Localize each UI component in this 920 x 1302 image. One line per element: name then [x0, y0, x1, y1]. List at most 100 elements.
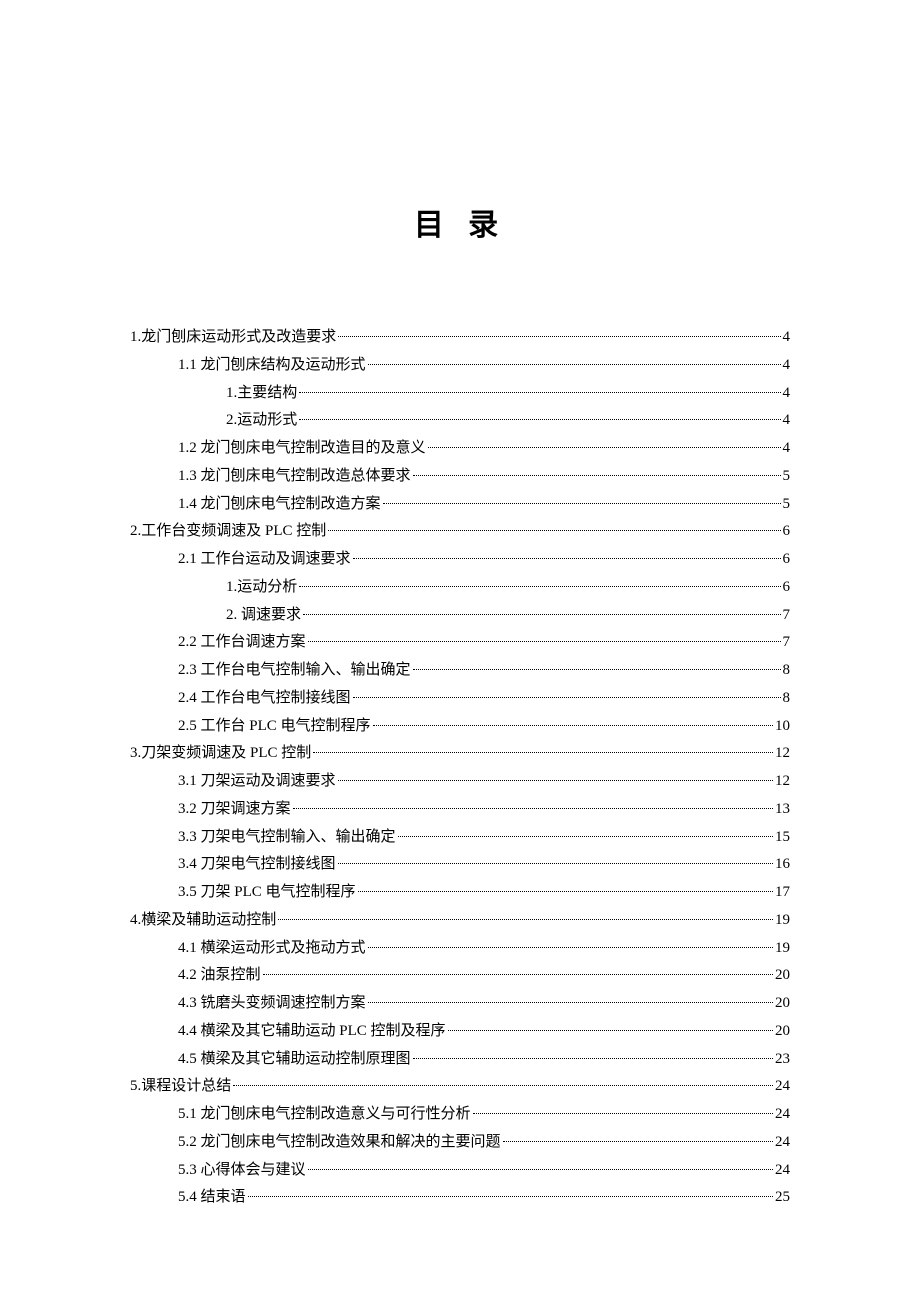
toc-leader-dots	[383, 503, 781, 504]
toc-entry-text: 1.运动分析	[226, 574, 297, 602]
toc-entry-page: 4	[783, 407, 791, 435]
toc-entry: 3.3 刀架电气控制输入、输出确定15	[130, 824, 790, 852]
toc-entry: 1.主要结构 4	[130, 380, 790, 408]
toc-entry: 4.2 油泵控制20	[130, 962, 790, 990]
toc-entry-text: 3.2 刀架调速方案	[178, 796, 291, 824]
toc-entry-text: 5.3 心得体会与建议	[178, 1157, 306, 1185]
toc-entry: 2.4 工作台电气控制接线图 8	[130, 685, 790, 713]
toc-entry-page: 24	[775, 1157, 790, 1185]
toc-entry-page: 8	[783, 657, 791, 685]
toc-leader-dots	[313, 752, 773, 753]
toc-entry: 2. 调速要求 7	[130, 602, 790, 630]
toc-entry-text: 2.工作台变频调速及 PLC 控制	[130, 518, 326, 546]
toc-entry-text: 2.4 工作台电气控制接线图	[178, 685, 351, 713]
toc-entry-page: 24	[775, 1129, 790, 1157]
toc-entry-page: 4	[783, 380, 791, 408]
toc-entry-text: 3.1 刀架运动及调速要求	[178, 768, 336, 796]
toc-leader-dots	[338, 336, 780, 337]
toc-leader-dots	[398, 836, 773, 837]
toc-entry: 2.3 工作台电气控制输入、输出确定 8	[130, 657, 790, 685]
toc-entry-page: 15	[775, 824, 790, 852]
toc-entry-text: 1.龙门刨床运动形式及改造要求	[130, 324, 336, 352]
toc-entry: 2.工作台变频调速及 PLC 控制 6	[130, 518, 790, 546]
toc-entry-text: 2. 调速要求	[226, 602, 301, 630]
toc-leader-dots	[338, 863, 773, 864]
toc-leader-dots	[368, 1002, 773, 1003]
toc-entry-page: 7	[783, 602, 791, 630]
toc-entry-text: 2.5 工作台 PLC 电气控制程序	[178, 713, 371, 741]
toc-leader-dots	[338, 780, 773, 781]
toc-entry-text: 1.3 龙门刨床电气控制改造总体要求	[178, 463, 411, 491]
toc-entry: 3.刀架变频调速及 PLC 控制 12	[130, 740, 790, 768]
toc-entry: 5.3 心得体会与建议 24	[130, 1157, 790, 1185]
toc-entry: 5.1 龙门刨床电气控制改造意义与可行性分析 24	[130, 1101, 790, 1129]
toc-leader-dots	[353, 558, 781, 559]
toc-leader-dots	[358, 891, 773, 892]
toc-leader-dots	[413, 669, 781, 670]
toc-entry: 4.5 横梁及其它辅助运动控制原理图23	[130, 1046, 790, 1074]
page-title: 目 录	[130, 200, 790, 244]
toc-entry-page: 4	[783, 324, 791, 352]
toc-leader-dots	[308, 641, 781, 642]
toc-entry-page: 24	[775, 1101, 790, 1129]
toc-leader-dots	[368, 947, 773, 948]
toc-leader-dots	[373, 725, 773, 726]
toc-entry-text: 1.主要结构	[226, 380, 297, 408]
toc-leader-dots	[233, 1085, 773, 1086]
toc-leader-dots	[473, 1113, 773, 1114]
toc-entry-page: 20	[775, 990, 790, 1018]
toc-entry-text: 2.1 工作台运动及调速要求	[178, 546, 351, 574]
toc-entry-page: 4	[783, 435, 791, 463]
toc-leader-dots	[353, 697, 781, 698]
toc-leader-dots	[303, 614, 780, 615]
toc-entry-page: 24	[775, 1073, 790, 1101]
toc-entry-page: 6	[783, 574, 791, 602]
toc-entry-page: 19	[775, 935, 790, 963]
toc-leader-dots	[308, 1169, 773, 1170]
toc-entry: 3.1 刀架运动及调速要求 12	[130, 768, 790, 796]
toc-entry: 1.1 龙门刨床结构及运动形式 4	[130, 352, 790, 380]
toc-entry: 5.课程设计总结 24	[130, 1073, 790, 1101]
toc-entry: 2.2 工作台调速方案7	[130, 629, 790, 657]
toc-entry: 1.4 龙门刨床电气控制改造方案 5	[130, 491, 790, 519]
toc-entry-page: 6	[783, 546, 791, 574]
toc-entry-text: 5.1 龙门刨床电气控制改造意义与可行性分析	[178, 1101, 471, 1129]
toc-leader-dots	[299, 392, 780, 393]
toc-leader-dots	[328, 530, 780, 531]
toc-leader-dots	[263, 974, 773, 975]
toc-entry-text: 2.3 工作台电气控制输入、输出确定	[178, 657, 411, 685]
toc-entry-page: 8	[783, 685, 791, 713]
toc-entry: 3.2 刀架调速方案 13	[130, 796, 790, 824]
toc-entry-page: 4	[783, 352, 791, 380]
toc-leader-dots	[278, 919, 773, 920]
toc-entry-text: 4.3 铣磨头变频调速控制方案	[178, 990, 366, 1018]
toc-entry-text: 5.课程设计总结	[130, 1073, 231, 1101]
toc-entry-text: 4.2 油泵控制	[178, 962, 261, 990]
toc-entry-text: 5.2 龙门刨床电气控制改造效果和解决的主要问题	[178, 1129, 501, 1157]
toc-leader-dots	[503, 1141, 773, 1142]
toc-entry: 3.5 刀架 PLC 电气控制程序 17	[130, 879, 790, 907]
toc-entry: 2.1 工作台运动及调速要求 6	[130, 546, 790, 574]
toc-entry-text: 3.4 刀架电气控制接线图	[178, 851, 336, 879]
toc-entry-text: 3.5 刀架 PLC 电气控制程序	[178, 879, 356, 907]
toc-entry: 4.4 横梁及其它辅助运动 PLC 控制及程序 20	[130, 1018, 790, 1046]
toc-entry: 5.4 结束语25	[130, 1184, 790, 1212]
toc-entry-page: 12	[775, 740, 790, 768]
toc-leader-dots	[368, 364, 781, 365]
toc-entry-text: 1.4 龙门刨床电气控制改造方案	[178, 491, 381, 519]
toc-entry: 1.运动分析 6	[130, 574, 790, 602]
toc-entry-text: 2.运动形式	[226, 407, 297, 435]
toc-entry-text: 3.刀架变频调速及 PLC 控制	[130, 740, 311, 768]
toc-entry-page: 6	[783, 518, 791, 546]
toc-leader-dots	[299, 419, 780, 420]
toc-entry-page: 10	[775, 713, 790, 741]
toc-entry-page: 7	[783, 629, 791, 657]
toc-entry-page: 12	[775, 768, 790, 796]
toc-entry-text: 1.1 龙门刨床结构及运动形式	[178, 352, 366, 380]
toc-entry-page: 5	[783, 491, 791, 519]
toc-entry: 3.4 刀架电气控制接线图16	[130, 851, 790, 879]
toc-leader-dots	[413, 475, 781, 476]
toc-entry-page: 23	[775, 1046, 790, 1074]
toc-entry-page: 13	[775, 796, 790, 824]
toc-entry: 5.2 龙门刨床电气控制改造效果和解决的主要问题 24	[130, 1129, 790, 1157]
